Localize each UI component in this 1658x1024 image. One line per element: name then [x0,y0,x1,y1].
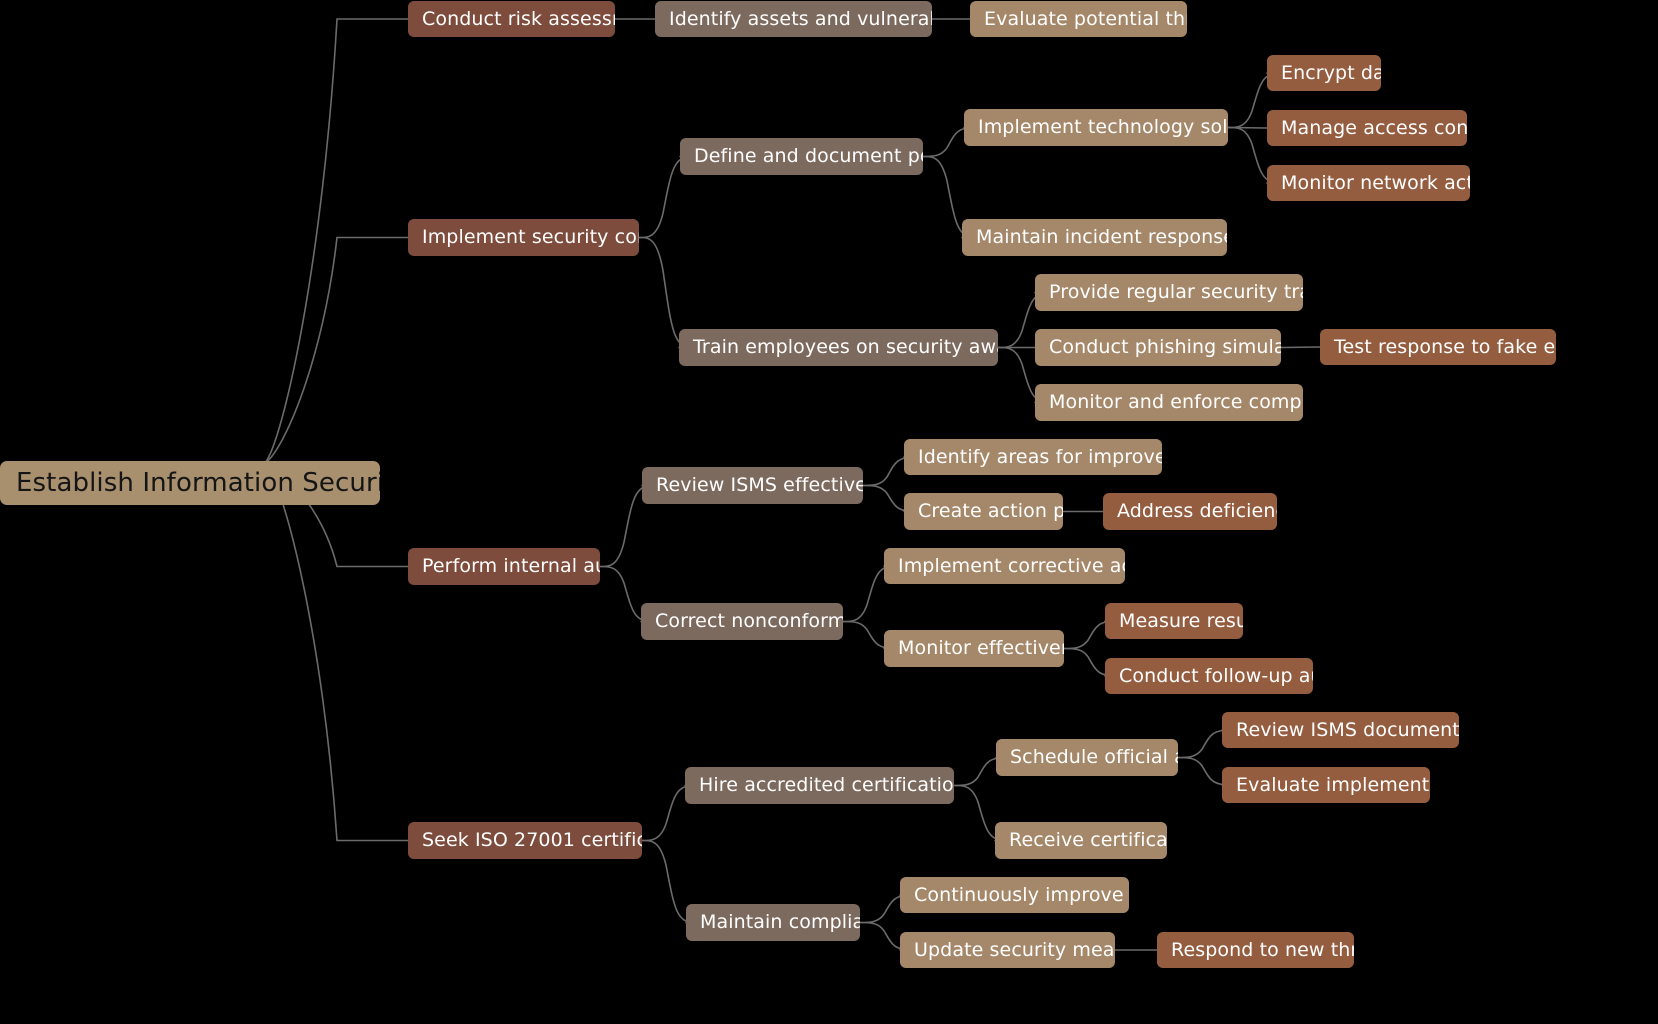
mindmap-node[interactable]: Implement corrective actions [884,548,1125,584]
mindmap-node[interactable]: Identify assets and vulnerabilities [655,1,932,37]
mindmap-node[interactable]: Maintain incident response plan [962,219,1227,256]
mindmap-edge [1280,346,1321,349]
mindmap-node[interactable]: Manage access controls [1267,110,1467,146]
mindmap-node[interactable]: Create action plan [904,493,1063,530]
mindmap-node[interactable]: Address deficiencies [1103,493,1277,530]
mindmap-canvas: Establish Information Securit… Conduct ri… [0,0,1658,1024]
mindmap-node[interactable]: Seek ISO 27001 certification [408,822,642,859]
mindmap-node[interactable]: Measure results [1105,603,1243,639]
mindmap-edge [264,18,409,464]
mindmap-node[interactable]: Test response to fake emails [1320,329,1556,365]
mindmap-node[interactable]: Conduct phishing simulations [1035,329,1281,366]
mindmap-node[interactable]: Maintain compliance [686,904,860,941]
mindmap-node[interactable]: Review ISMS effectiveness [642,467,863,504]
mindmap-node[interactable]: Implement security controls [408,219,639,256]
mindmap-node[interactable]: Train employees on security awareness [679,329,998,366]
mindmap-node[interactable]: Evaluate implementation [1222,767,1430,803]
mindmap-node[interactable]: Conduct follow-up audits [1105,658,1313,694]
mindmap-node[interactable]: Evaluate potential threats [970,1,1187,37]
mindmap-node[interactable]: Respond to new threats [1157,932,1354,968]
mindmap-node[interactable]: Update security measures [900,932,1115,968]
mindmap-node[interactable]: Provide regular security training [1035,274,1303,311]
mindmap-node[interactable]: Perform internal audits [408,548,600,585]
mindmap-node[interactable]: Receive certification [995,822,1167,859]
mindmap-edge [1227,126,1268,129]
mindmap-node[interactable]: Schedule official audit [996,739,1178,776]
mindmap-node[interactable]: Monitor network activity [1267,165,1470,201]
mindmap-node[interactable]: Review ISMS documentation [1222,712,1459,748]
mindmap-node[interactable]: Monitor effectiveness [884,630,1064,667]
mindmap-node[interactable]: Implement technology solutions [964,109,1228,146]
mindmap-node[interactable]: Hire accredited certification body [685,767,954,804]
mindmap-node[interactable]: Identify areas for improvement [904,439,1162,475]
mindmap-edge [264,236,409,464]
mindmap-node[interactable]: Continuously improve ISMS [900,877,1129,913]
mindmap-node[interactable]: Monitor and enforce compliance [1035,384,1303,421]
mindmap-node[interactable]: Conduct risk assessment [408,1,615,37]
mindmap-node[interactable]: Correct nonconformities [641,603,843,640]
mindmap-node[interactable]: Define and document policies [680,138,923,175]
mindmap-root-node[interactable]: Establish Information Securit… [0,461,380,505]
mindmap-edge [264,462,409,842]
mindmap-node[interactable]: Encrypt data [1267,55,1381,91]
